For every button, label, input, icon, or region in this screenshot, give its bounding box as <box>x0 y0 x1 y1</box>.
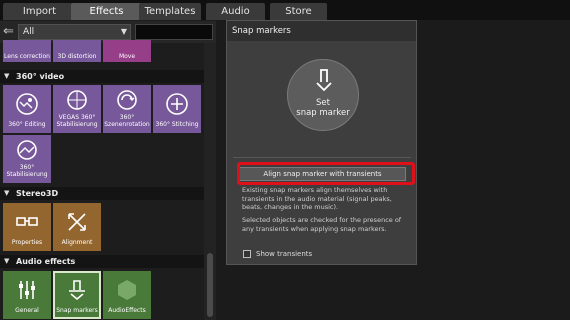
tile-label: Properties <box>11 239 43 246</box>
collapse-arrow-icon: ▼ <box>4 72 10 80</box>
description-text-2: Selected objects are checked for the pre… <box>242 216 402 233</box>
tile-3d-distortion[interactable]: 3D distortion <box>53 40 101 62</box>
tile-general[interactable]: General <box>3 271 51 319</box>
app-window: Import Effects Templates Audio Store ⇐ A… <box>0 0 570 320</box>
tile-move[interactable]: Move <box>103 40 151 62</box>
tile-label: Lens correction <box>4 53 50 60</box>
show-transients-checkbox[interactable] <box>243 250 251 258</box>
globe-icon <box>16 93 38 115</box>
tile-360-editing[interactable]: 360° Editing <box>3 85 51 133</box>
scrollbar-thumb[interactable] <box>207 253 213 317</box>
tile-lens-correction[interactable]: Lens correction <box>3 40 51 62</box>
tile-label: General <box>15 307 39 314</box>
tab-store[interactable]: Store <box>270 3 327 20</box>
tab-effects[interactable]: Effects <box>71 3 142 20</box>
section-header-360-video[interactable]: ▼ 360° video <box>0 70 204 83</box>
tile-label: Move <box>118 53 136 60</box>
tile-360-stabilisierung[interactable]: 360° Stabilisierung <box>3 135 51 183</box>
tile-snap-markers[interactable]: Snap markers <box>53 271 101 319</box>
tile-label: VEGAS 360° Stabilisierung <box>56 114 98 128</box>
panel-title: Snap markers <box>227 21 416 41</box>
section-title: 360° video <box>16 72 65 81</box>
tile-properties[interactable]: Properties <box>3 203 51 251</box>
tile-label: AudioEffects <box>108 307 146 314</box>
browser-scrollbar[interactable] <box>204 43 216 320</box>
tile-label: 360° Szenenrotation <box>104 114 150 128</box>
tile-360-szenenrotation[interactable]: 360° Szenenrotation <box>103 85 151 133</box>
tab-import[interactable]: Import <box>3 3 76 20</box>
tile-vegas-360-stabilisierung[interactable]: VEGAS 360° Stabilisierung <box>53 85 101 133</box>
snap-markers-panel: Snap markers Set snap marker Align snap m… <box>226 20 417 265</box>
tab-audio[interactable]: Audio <box>206 3 265 20</box>
section-header-stereo3d[interactable]: ▼ Stereo3D <box>0 187 204 200</box>
tile-label: Snap markers <box>56 307 98 314</box>
section-title: Audio effects <box>16 257 76 266</box>
arrow-left-icon[interactable]: ⇐ <box>3 23 18 41</box>
category-filter-dropdown[interactable]: All ▼ <box>18 24 131 40</box>
tab-bar: Import Effects Templates Audio Store <box>0 0 570 20</box>
tile-alignment[interactable]: Alignment <box>53 203 101 251</box>
effects-browser: ⇐ All ▼ Lens correction 3D distortion Mo… <box>0 20 216 320</box>
tile-label: Alignment <box>61 239 93 246</box>
tile-label: 3D distortion <box>57 53 97 60</box>
tile-label: 360° Stabilisierung <box>6 164 48 178</box>
rotate-globe-icon <box>117 90 137 110</box>
section-header-audio-effects[interactable]: ▼ Audio effects <box>0 255 204 268</box>
stitch-globe-icon <box>166 93 188 115</box>
chevron-down-icon: ▼ <box>120 27 127 36</box>
panel-divider <box>233 157 411 158</box>
set-snap-marker-label: Set snap marker <box>296 98 350 118</box>
tile-label: 360° Editing <box>8 121 46 128</box>
tab-templates[interactable]: Templates <box>139 3 201 20</box>
tile-360-stitching[interactable]: 360° Stitching <box>153 85 201 133</box>
globe-stabilize-icon <box>17 140 37 160</box>
globe-hand-icon <box>67 90 87 110</box>
description-text-1: Existing snap markers align themselves w… <box>242 186 392 211</box>
hexagon-icon <box>118 280 136 300</box>
section-title: Stereo3D <box>16 189 59 198</box>
search-input[interactable] <box>135 24 213 40</box>
collapse-arrow-icon: ▼ <box>4 189 10 197</box>
sliders-icon <box>19 281 35 299</box>
tile-label: 360° Stitching <box>155 121 199 128</box>
highlight-box <box>237 162 415 185</box>
tile-audioeffects[interactable]: AudioEffects <box>103 271 151 319</box>
category-filter-value: All <box>23 27 35 37</box>
collapse-arrow-icon: ▼ <box>4 257 10 265</box>
set-snap-marker-button[interactable]: Set snap marker <box>287 59 359 131</box>
snap-marker-icon <box>69 280 85 301</box>
align-arrows-icon <box>68 213 86 231</box>
show-transients-label[interactable]: Show transients <box>256 248 312 260</box>
3d-glasses-icon <box>16 217 38 226</box>
snap-marker-icon <box>316 69 332 92</box>
